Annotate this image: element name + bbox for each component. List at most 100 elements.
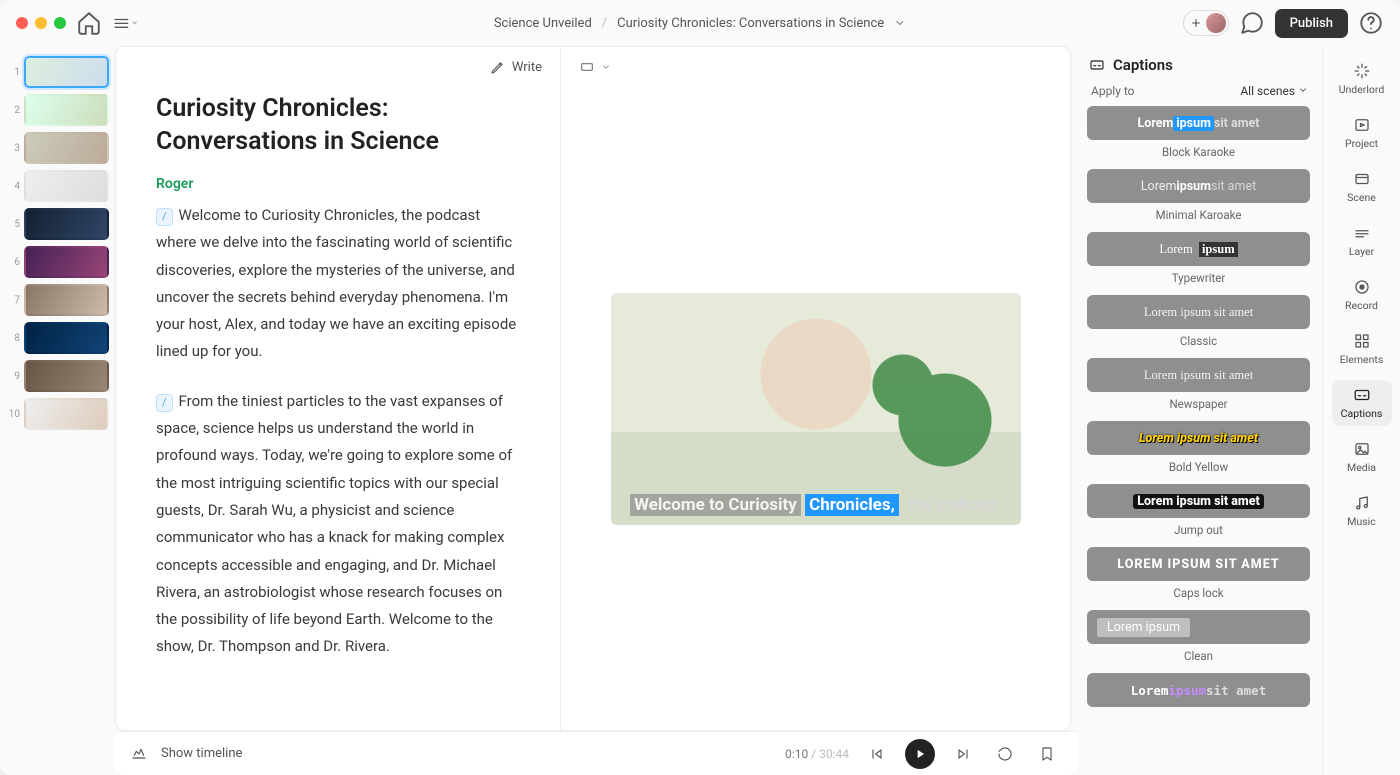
paragraph[interactable]: /Welcome to Curiosity Chronicles, the po…	[156, 202, 520, 366]
thumb-4[interactable]	[24, 170, 109, 202]
style-jump-out[interactable]: Lorem ipsum sit amet Jump out	[1087, 484, 1310, 537]
thumb-num: 8	[6, 333, 20, 344]
live-caption: Welcome to Curiosity Chronicles, the pod…	[611, 495, 1021, 515]
scene-marker[interactable]: /	[156, 394, 173, 412]
style-caps-lock[interactable]: LOREM IPSUM SIT AMET Caps lock	[1087, 547, 1310, 600]
transport-bar: Show timeline 0:10 / 30:44	[115, 731, 1077, 775]
thumb-3[interactable]	[24, 132, 109, 164]
chevron-down-icon	[1298, 85, 1308, 95]
tool-media[interactable]: Media	[1332, 434, 1392, 480]
home-button[interactable]	[76, 10, 102, 36]
breadcrumb-current[interactable]: Curiosity Chronicles: Conversations in S…	[617, 16, 884, 31]
help-button[interactable]	[1358, 10, 1384, 36]
tool-rail: Underlord Project Scene Layer Record Ele…	[1322, 46, 1400, 775]
tool-project[interactable]: Project	[1332, 110, 1392, 156]
breadcrumb-sep: /	[602, 16, 607, 31]
minimize-window[interactable]	[35, 17, 47, 29]
thumb-num: 9	[6, 371, 20, 382]
captions-panel: Captions Apply to All scenes Lorem ipsum…	[1077, 46, 1322, 775]
style-label: Bold Yellow	[1087, 460, 1310, 474]
video-preview[interactable]: Welcome to Curiosity Chronicles, the pod…	[611, 293, 1021, 525]
style-mono[interactable]: Lorem ipsum sit amet	[1087, 673, 1310, 707]
style-label: Classic	[1087, 334, 1310, 348]
sparkle-icon	[1353, 62, 1371, 80]
paragraph-text: From the tiniest particles to the vast e…	[156, 392, 512, 656]
time-current: 0:10	[785, 747, 808, 761]
style-clean[interactable]: Lorem ipsum Clean	[1087, 610, 1310, 663]
menu-button[interactable]	[112, 10, 138, 36]
window-controls	[16, 17, 66, 29]
thumb-8[interactable]	[24, 322, 109, 354]
apply-to-select[interactable]: All scenes	[1240, 84, 1308, 98]
tool-record[interactable]: Record	[1332, 272, 1392, 318]
thumb-10[interactable]	[24, 398, 109, 430]
music-icon	[1353, 494, 1371, 512]
show-timeline-button[interactable]: Show timeline	[161, 746, 242, 761]
thumb-num: 4	[6, 181, 20, 192]
thumb-num: 2	[6, 105, 20, 116]
tool-scene[interactable]: Scene	[1332, 164, 1392, 210]
scene-icon	[1353, 170, 1371, 188]
paragraph[interactable]: /From the tiniest particles to the vast …	[156, 388, 520, 661]
speaker-label[interactable]: Roger	[156, 176, 520, 192]
tool-captions[interactable]: Captions	[1332, 380, 1392, 426]
write-button[interactable]: Write	[512, 60, 542, 75]
publish-button[interactable]: Publish	[1275, 9, 1348, 38]
editor-area: Write Curiosity Chronicles: Conversation…	[115, 46, 1071, 731]
thumb-1[interactable]	[24, 56, 109, 88]
close-window[interactable]	[16, 17, 28, 29]
play-button[interactable]	[905, 739, 935, 769]
scene-thumbnails: 1 2 3 4 5 6 7 8 9 10	[0, 46, 115, 775]
apply-to-label: Apply to	[1091, 84, 1135, 98]
captions-icon	[1353, 386, 1371, 404]
thumb-7[interactable]	[24, 284, 109, 316]
style-bold-yellow[interactable]: Lorem ipsum sit amet Bold Yellow	[1087, 421, 1310, 474]
add-collaborator[interactable]	[1183, 10, 1229, 36]
style-classic[interactable]: Lorem ipsum sit amet Classic	[1087, 295, 1310, 348]
scene-marker[interactable]: /	[156, 208, 173, 226]
tool-elements[interactable]: Elements	[1332, 326, 1392, 372]
style-block-karaoke[interactable]: Lorem ipsum sit amet Block Karaoke	[1087, 106, 1310, 159]
loop-icon	[997, 746, 1013, 762]
bookmark-button[interactable]	[1033, 740, 1061, 768]
skip-back-icon	[869, 746, 885, 762]
style-label: Clean	[1087, 649, 1310, 663]
thumb-5[interactable]	[24, 208, 109, 240]
preview-column: Welcome to Curiosity Chronicles, the pod…	[561, 47, 1070, 730]
skip-back-button[interactable]	[863, 740, 891, 768]
captions-title-text: Captions	[1113, 56, 1173, 74]
media-icon	[1353, 440, 1371, 458]
maximize-window[interactable]	[54, 17, 66, 29]
titlebar: Science Unveiled / Curiosity Chronicles:…	[0, 0, 1400, 46]
tool-underlord[interactable]: Underlord	[1332, 56, 1392, 102]
loop-button[interactable]	[991, 740, 1019, 768]
chat-icon	[1239, 10, 1265, 36]
play-icon	[913, 747, 927, 761]
tool-music[interactable]: Music	[1332, 488, 1392, 534]
thumb-2[interactable]	[24, 94, 109, 126]
style-newspaper[interactable]: Lorem ipsum sit amet Newspaper	[1087, 358, 1310, 411]
layer-icon	[1353, 224, 1371, 242]
caption-pre: Welcome to Curiosity	[630, 494, 801, 516]
caption-styles-list[interactable]: Lorem ipsum sit amet Block Karaoke Lorem…	[1087, 106, 1312, 765]
style-typewriter[interactable]: Lorem ipsum Typewriter	[1087, 232, 1310, 285]
elements-icon	[1353, 332, 1371, 350]
script-body[interactable]: Curiosity Chronicles: Conversations in S…	[116, 87, 560, 730]
preview-header	[561, 47, 1070, 87]
comments-button[interactable]	[1239, 10, 1265, 36]
record-icon	[1353, 278, 1371, 296]
style-minimal-karaoke[interactable]: Lorem ipsum sit amet Minimal Karoake	[1087, 169, 1310, 222]
chevron-down-icon[interactable]	[601, 62, 611, 72]
captions-icon	[1089, 57, 1105, 73]
document-title: Curiosity Chronicles: Conversations in S…	[156, 93, 520, 158]
skip-forward-button[interactable]	[949, 740, 977, 768]
paragraph-text: Welcome to Curiosity Chronicles, the pod…	[156, 206, 516, 360]
pencil-icon	[490, 59, 506, 75]
thumb-9[interactable]	[24, 360, 109, 392]
thumb-6[interactable]	[24, 246, 109, 278]
style-label: Jump out	[1087, 523, 1310, 537]
tool-layer[interactable]: Layer	[1332, 218, 1392, 264]
breadcrumb-root[interactable]: Science Unveiled	[494, 16, 592, 31]
preview-body: Welcome to Curiosity Chronicles, the pod…	[561, 87, 1070, 730]
aspect-icon	[579, 59, 595, 75]
